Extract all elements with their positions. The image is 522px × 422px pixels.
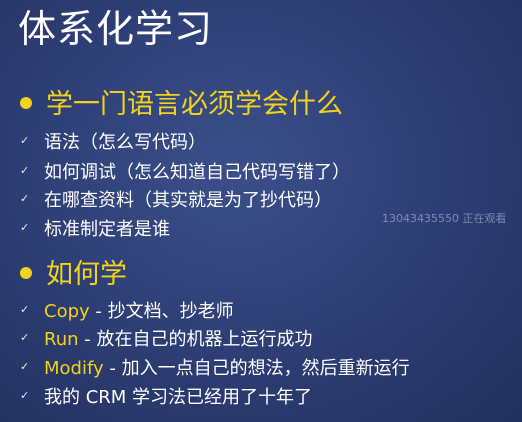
list-item: ✓ 标准制定者是谁 [20,217,170,243]
list-item: ✓ 语法（怎么写代码） [20,130,206,156]
page-title: 体系化学习 [18,7,214,51]
dot-bullet-icon [20,96,32,109]
check-icon: ✓ [20,389,30,402]
check-icon: ✓ [20,331,30,344]
list-item: ✓ Modify - 加入一点自己的想法，然后重新运行 [20,356,410,382]
section-heading-text: 学一门语言必须学会什么 [46,89,343,120]
list-item: ✓ 我的 CRM 学习法已经用了十年了 [20,385,312,411]
dot-bullet-icon [20,266,32,279]
list-item-text: 标准制定者是谁 [44,219,170,240]
list-item-text: 语法（怎么写代码） [44,132,206,153]
list-item: ✓ 如何调试（怎么知道自己代码写错了） [20,160,350,186]
list-item-text: - 放在自己的机器上运行成功 [78,329,313,350]
list-item: ✓ 在哪查资料（其实就是为了抄代码） [20,188,332,214]
list-item-text: 我的 CRM 学习法已经用了十年了 [44,387,313,408]
list-item-key: Run [44,329,79,350]
viewer-watermark: 13043435550 正在观看 [382,212,507,225]
list-item-text: 如何调试（怎么知道自己代码写错了） [44,162,350,183]
check-icon: ✓ [20,360,30,373]
list-item-key: Copy [44,301,90,322]
check-icon: ✓ [20,134,30,147]
list-item: ✓ Run - 放在自己的机器上运行成功 [20,327,312,353]
check-icon: ✓ [20,303,30,316]
section-heading-what-to-learn: 学一门语言必须学会什么 [20,88,343,122]
section-heading-how-to-learn: 如何学 [20,258,127,292]
list-item-text: - 抄文档、抄老师 [89,301,234,322]
list-item-text: - 加入一点自己的想法，然后重新运行 [103,358,410,379]
list-item-text: 在哪查资料（其实就是为了抄代码） [44,190,332,211]
check-icon: ✓ [20,164,30,177]
check-icon: ✓ [20,221,30,234]
section-heading-text: 如何学 [46,259,127,290]
check-icon: ✓ [20,192,30,205]
list-item: ✓ Copy - 抄文档、抄老师 [20,299,234,325]
list-item-key: Modify [44,358,104,379]
